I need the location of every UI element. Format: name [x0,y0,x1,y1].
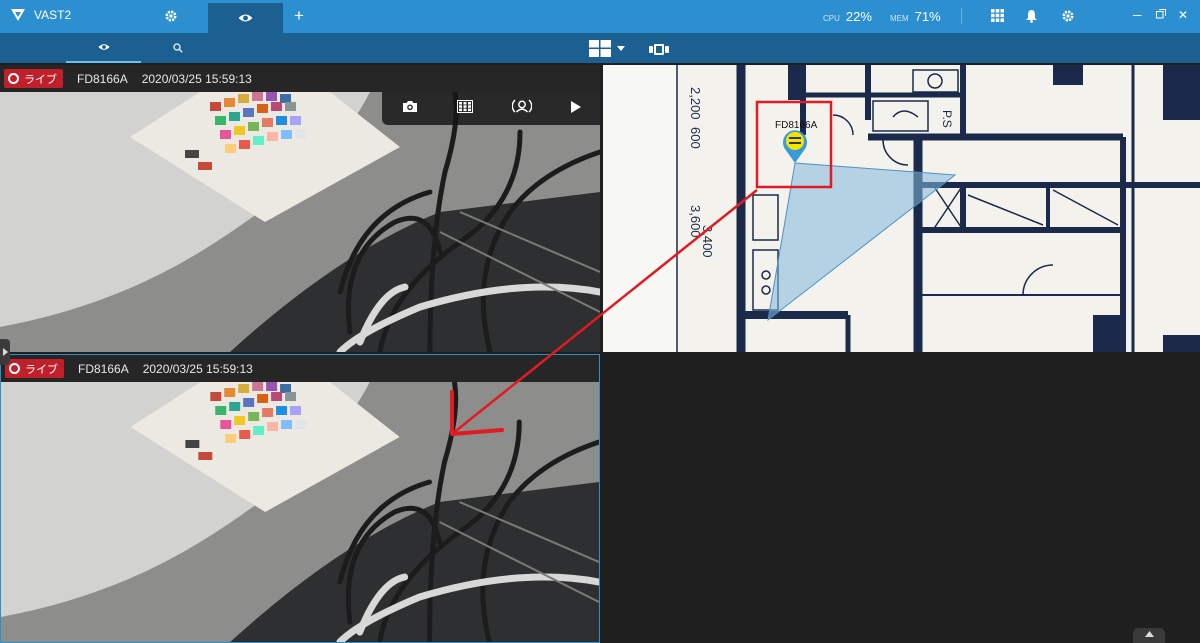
view-toolbar [0,33,1200,63]
ptz-icon [511,99,532,113]
map-camera-label: FD8166A [775,120,818,131]
fisheye-grid-icon [456,99,473,113]
camera-timestamp: 2020/03/25 15:59:13 [142,361,253,376]
camera-header: ライブ FD8166A 2020/03/25 15:59:13 [1,355,599,382]
scroll-up-button[interactable] [1133,628,1165,643]
gear-icon [165,10,177,22]
sequence-icon [649,44,669,55]
play-button[interactable] [570,100,581,118]
settings-tab[interactable] [164,9,178,28]
gear-icon [1062,10,1074,22]
empty-pane[interactable] [603,354,1200,643]
eye-icon [97,44,110,50]
add-tab-button[interactable]: + [294,7,304,24]
record-icon [9,363,20,374]
tab-view[interactable] [66,33,141,63]
camera-pane-2[interactable]: ライブ FD8166A 2020/03/25 15:59:13 [0,354,600,643]
sequence-button[interactable] [649,42,669,60]
fisheye-video-frame [1,382,599,642]
camera-name: FD8166A [77,71,128,86]
logo-icon [11,9,25,21]
app-title: VAST2 [34,8,72,22]
cpu-label: CPU [823,14,840,23]
dewarp-grid-button[interactable] [456,99,473,118]
divider [961,8,962,24]
layout-selector[interactable] [589,40,625,57]
grid-icon [991,9,1004,22]
live-badge-label: ライブ [24,73,57,86]
video-feed[interactable] [1,382,599,642]
mem-label: MEM [890,14,909,23]
dimension-label: 600 [688,127,703,149]
panel-expand-handle[interactable] [0,339,10,365]
cpu-value: 22% [845,9,872,24]
camera-timestamp: 2020/03/25 15:59:13 [141,71,252,86]
fisheye-video-frame [0,92,600,352]
dimension-label: 2,200 [688,87,703,120]
close-button[interactable]: ✕ [1178,9,1188,21]
chevron-right-icon [2,348,8,356]
system-settings-button[interactable] [1061,9,1075,28]
record-icon [8,73,19,84]
floor-map-pane[interactable]: 2,200 600 3,600 3,400 P.S FD8166A [603,65,1200,352]
dimension-label: 3,400 [700,225,715,258]
mem-value: 71% [914,9,941,24]
chevron-down-icon [617,46,625,51]
camera-name: FD8166A [78,361,129,376]
tab-search[interactable] [160,33,196,63]
restore-icon [1156,9,1166,19]
live-badge-label: ライブ [25,363,58,376]
restore-button[interactable] [1156,9,1166,21]
layout-icon [589,40,611,57]
search-icon [173,43,183,53]
cpu-usage: CPU 22% [823,9,872,24]
plus-icon: + [294,6,304,25]
camera-pane-1[interactable]: ライブ FD8166A 2020/03/25 15:59:13 [0,65,600,352]
floor-plan: 2,200 600 3,600 3,400 P.S FD8166A [603,65,1200,352]
eye-icon [238,14,253,22]
camera-header: ライブ FD8166A 2020/03/25 15:59:13 [0,65,600,92]
camera-toolbar [382,92,600,125]
snapshot-button[interactable] [402,100,418,118]
video-feed[interactable] [0,92,600,352]
room-label: P.S [940,110,954,128]
close-icon: ✕ [1178,8,1189,22]
brand: VAST2 [10,8,71,22]
tab-live-view[interactable] [208,3,283,33]
chevron-up-icon [1144,631,1154,637]
top-bar: VAST2 + CPU 22% MEM 71% ─ ✕ [0,0,1200,33]
bell-icon [1026,10,1037,23]
live-badge: ライブ [4,69,63,88]
play-icon [570,100,581,113]
live-badge: ライブ [5,359,64,378]
notifications-button[interactable] [1025,9,1038,28]
camera-snapshot-icon [402,100,417,112]
ptz-button[interactable] [511,98,532,119]
minimize-button[interactable]: ─ [1133,9,1142,21]
mem-usage: MEM 71% [890,9,941,24]
minimize-icon: ─ [1133,8,1142,22]
apps-button[interactable] [991,9,1004,27]
